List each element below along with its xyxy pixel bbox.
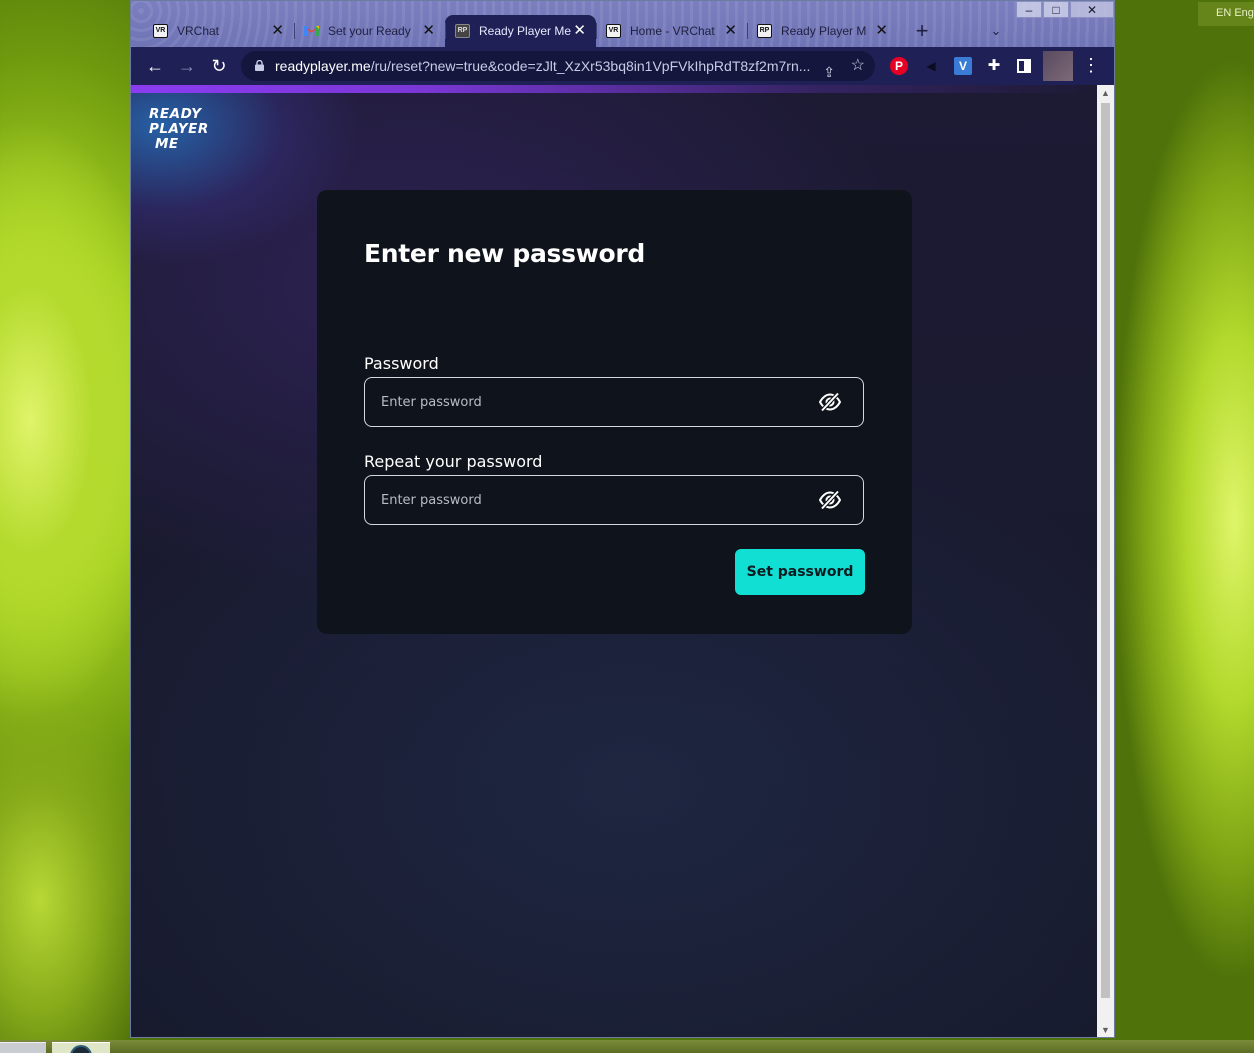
scroll-thumb[interactable]	[1101, 103, 1110, 998]
page-viewport: READY PLAYER ME Enter new password Passw…	[131, 85, 1097, 1037]
reload-button[interactable]: ↻	[206, 54, 232, 78]
tab-search-chevron-icon[interactable]: ⌄	[984, 15, 1008, 47]
steam-icon	[70, 1045, 92, 1053]
browser-window: VR VRChat ✕ Set your Ready ✕ RP Ready Pl…	[130, 0, 1115, 1038]
tab-close-icon[interactable]: ✕	[271, 15, 284, 47]
tab-title: Home - VRChat	[630, 24, 715, 38]
page-title: Enter new password	[364, 239, 645, 268]
side-panel-icon[interactable]	[1017, 59, 1031, 73]
tab-close-icon[interactable]: ✕	[422, 15, 435, 47]
tab-title: Ready Player Me	[479, 24, 572, 38]
puzzle-icon[interactable]: ✚	[985, 57, 1003, 75]
vrchat-icon: VR	[606, 24, 621, 38]
profile-avatar[interactable]	[1043, 51, 1073, 81]
password-label: Password	[364, 354, 439, 373]
vertical-scrollbar[interactable]: ▲ ▼	[1097, 85, 1114, 1037]
tab-close-icon[interactable]: ✕	[875, 15, 888, 47]
tab-close-icon[interactable]: ✕	[724, 15, 737, 47]
scroll-up-arrow-icon[interactable]: ▲	[1097, 85, 1114, 101]
readyplayerme-icon: RP	[757, 24, 772, 38]
desktop-wallpaper-left	[0, 0, 130, 1040]
scroll-down-arrow-icon[interactable]: ▼	[1097, 1022, 1114, 1037]
tab-ready-player-me-2[interactable]: RP Ready Player M ✕	[747, 15, 898, 47]
tab-ready-player-me-active[interactable]: RP Ready Player Me ✕	[445, 15, 596, 47]
start-button[interactable]	[0, 1042, 46, 1053]
language-indicator[interactable]: EN Eng	[1198, 2, 1254, 26]
reset-password-card: Enter new password Password Repeat your …	[317, 190, 912, 634]
eye-off-icon[interactable]	[819, 392, 841, 412]
back-button[interactable]: ←	[142, 54, 168, 78]
browser-titlebar: VR VRChat ✕ Set your Ready ✕ RP Ready Pl…	[131, 1, 1114, 47]
address-bar[interactable]: readyplayer.me/ru/reset?new=true&code=zJ…	[241, 51, 875, 81]
tab-gmail[interactable]: Set your Ready ✕	[294, 15, 445, 47]
url-path: /ru/reset?new=true&code=zJlt_XzXr53bq8in…	[370, 58, 811, 74]
top-gradient-bar	[131, 85, 1097, 93]
vrchat-icon: VR	[153, 24, 168, 38]
password-input[interactable]	[381, 378, 801, 426]
taskbar-app-steam[interactable]	[52, 1042, 110, 1053]
browser-menu-icon[interactable]: ⋮	[1082, 55, 1100, 75]
eye-off-icon[interactable]	[819, 490, 841, 510]
share-icon[interactable]: ⇪	[823, 57, 835, 81]
repeat-password-field-container	[364, 475, 864, 525]
readyplayerme-logo[interactable]: READY PLAYER ME	[149, 107, 209, 152]
password-field-container	[364, 377, 864, 427]
minimize-button[interactable]: –	[1016, 1, 1042, 18]
windows-taskbar	[0, 1040, 1254, 1053]
close-window-button[interactable]: ✕	[1070, 1, 1114, 18]
tab-home-vrchat[interactable]: VR Home - VRChat ✕	[596, 15, 747, 47]
repeat-password-input[interactable]	[381, 476, 801, 524]
readyplayerme-icon: RP	[455, 24, 470, 38]
lock-icon	[255, 60, 264, 71]
tab-vrchat[interactable]: VR VRChat ✕	[143, 15, 294, 47]
forward-button[interactable]: →	[174, 54, 200, 78]
logo-line: ME	[155, 136, 179, 152]
bookmark-star-icon[interactable]: ☆	[851, 51, 865, 81]
v-extension-icon[interactable]: V	[954, 57, 972, 75]
desktop-wallpaper-right	[1114, 0, 1254, 1040]
speaker-icon[interactable]: ◀	[922, 57, 940, 75]
set-password-button[interactable]: Set password	[735, 549, 865, 595]
tab-title: Ready Player M	[781, 24, 867, 38]
tab-strip: VR VRChat ✕ Set your Ready ✕ RP Ready Pl…	[143, 15, 898, 47]
window-controls: – □ ✕	[1015, 1, 1114, 19]
logo-line: PLAYER	[149, 121, 209, 137]
pinterest-icon[interactable]: P	[890, 57, 908, 75]
browser-toolbar: ← → ↻ readyplayer.me/ru/reset?new=true&c…	[131, 47, 1114, 85]
new-tab-button[interactable]: +	[909, 15, 935, 47]
tab-title: Set your Ready	[328, 24, 411, 38]
gmail-icon	[304, 26, 319, 36]
maximize-button[interactable]: □	[1043, 1, 1069, 18]
logo-line: READY	[149, 106, 202, 122]
repeat-password-label: Repeat your password	[364, 452, 543, 471]
tab-title: VRChat	[177, 24, 220, 38]
url-host: readyplayer.me	[275, 58, 371, 74]
tab-close-icon[interactable]: ✕	[573, 15, 586, 47]
